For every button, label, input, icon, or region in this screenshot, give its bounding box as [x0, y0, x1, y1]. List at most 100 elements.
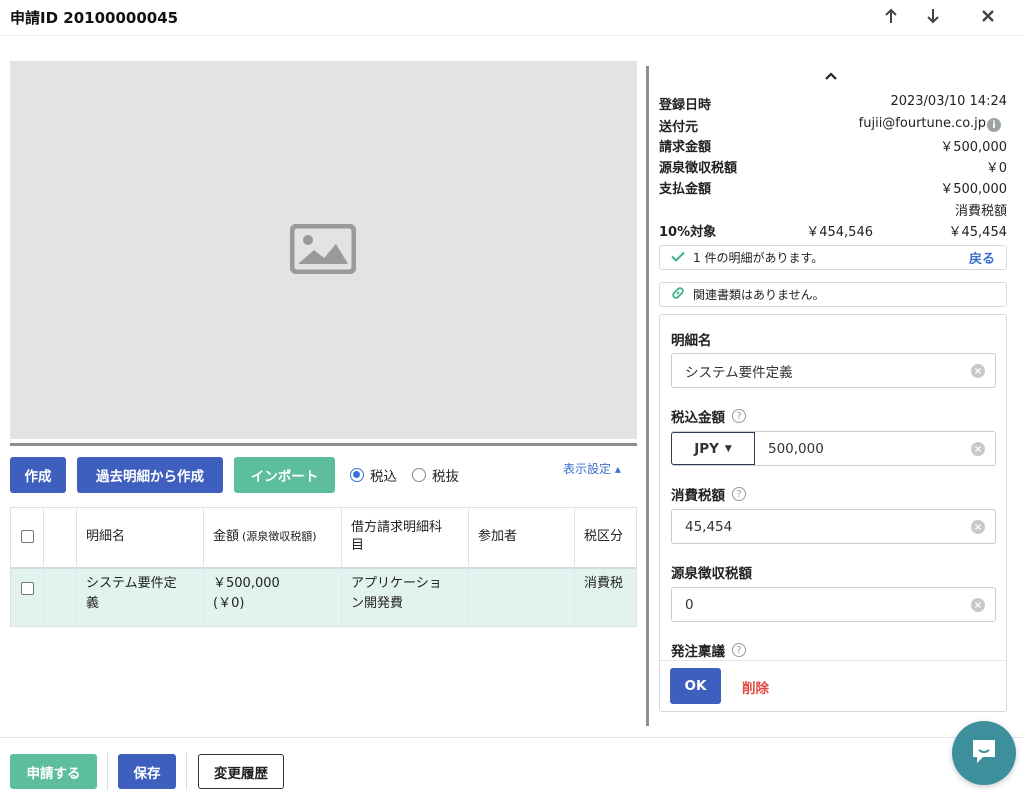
- image-placeholder-icon: [289, 223, 357, 278]
- radio-selected-icon[interactable]: [350, 468, 364, 482]
- detail-name-input[interactable]: システム要件定義 ×: [671, 353, 996, 388]
- ten-percent-label: 10%対象: [659, 225, 717, 240]
- invoice-amount-label: 請求金額: [659, 140, 712, 155]
- consumption-tax-input[interactable]: 45,454 ×: [671, 509, 996, 544]
- create-from-past-button[interactable]: 過去明細から作成: [77, 457, 223, 493]
- header-tax-category[interactable]: 税区分: [574, 508, 636, 566]
- cell-withholding-value: (￥0): [213, 596, 245, 611]
- tax-included-label: 税込: [370, 469, 397, 485]
- sender-label: 送付元: [659, 120, 699, 135]
- delete-button[interactable]: 削除: [742, 677, 769, 697]
- import-button[interactable]: インポート: [234, 457, 335, 493]
- consumption-tax-value: 45,454: [685, 518, 733, 535]
- page-title: 申請ID 20100000045: [10, 9, 179, 27]
- check-icon: [671, 251, 685, 265]
- detail-name-label: 明細名: [671, 333, 712, 349]
- cell-detail-name-line1: システム要件定: [86, 576, 177, 591]
- help-icon[interactable]: ?: [732, 409, 746, 423]
- payment-label: 支払金額: [659, 182, 712, 197]
- row-checkbox[interactable]: [21, 582, 34, 595]
- clear-icon[interactable]: ×: [971, 520, 985, 534]
- currency-value: JPY: [694, 440, 719, 457]
- details-table: 明細名 金額 (源泉徴収税額) 借方請求明細科 目 参加者 税区分 システム要件…: [10, 507, 637, 627]
- vertical-splitter[interactable]: [646, 66, 649, 726]
- tax-included-amount-label: 税込金額 ?: [671, 406, 746, 426]
- cell-amount[interactable]: ￥500,000 (￥0): [203, 574, 280, 614]
- tax-excluded-label: 税抜: [432, 469, 459, 485]
- header-amount[interactable]: 金額 (源泉徴収税額): [203, 508, 341, 566]
- header-withholding-label: (源泉徴収税額): [242, 530, 317, 543]
- amount-input[interactable]: JPY ▼ 500,000 ×: [671, 431, 996, 466]
- amount-value: 500,000: [768, 440, 824, 457]
- invoice-amount-value: ￥500,000: [940, 140, 1007, 155]
- clear-icon[interactable]: ×: [971, 364, 985, 378]
- withholding-input[interactable]: 0 ×: [671, 587, 996, 622]
- order-proposal-text: 発注稟議: [671, 644, 725, 660]
- tax-included-amount-text: 税込金額: [671, 410, 725, 426]
- withholding-form-label: 源泉徴収税額: [671, 566, 752, 582]
- header-amount-label: 金額: [213, 529, 240, 544]
- header-participant[interactable]: 参加者: [468, 508, 574, 566]
- footer-divider: [107, 752, 108, 790]
- consumption-tax-header: 消費税額: [954, 204, 1007, 219]
- history-button[interactable]: 変更履歴: [198, 754, 284, 789]
- footer-bar: 申請する 保存 変更履歴: [0, 737, 1024, 796]
- payment-value: ￥500,000: [940, 182, 1007, 197]
- close-icon[interactable]: [975, 4, 1001, 28]
- footer-divider: [186, 752, 187, 790]
- header-debit-account-line2: 目: [351, 538, 365, 553]
- chat-launcher[interactable]: [952, 721, 1016, 785]
- consumption-tax-text: 消費税額: [671, 488, 725, 504]
- withholding-form-value: 0: [685, 596, 694, 613]
- help-icon[interactable]: ?: [732, 487, 746, 501]
- clear-icon[interactable]: ×: [971, 598, 985, 612]
- ten-percent-base: ￥454,546: [806, 225, 873, 240]
- detail-edit-form: 明細名 システム要件定義 × 税込金額 ? JPY ▼ 500,000 × 消費…: [659, 314, 1007, 712]
- currency-select[interactable]: JPY ▼: [671, 432, 755, 465]
- header-bar: 申請ID 20100000045: [0, 0, 1024, 36]
- sender-value: fujii@fourtune.co.jp: [858, 116, 986, 131]
- help-icon[interactable]: ?: [732, 643, 746, 657]
- header-debit-account[interactable]: 借方請求明細科 目: [341, 508, 468, 566]
- radio-unselected-icon[interactable]: [412, 468, 426, 482]
- horizontal-splitter[interactable]: [10, 443, 637, 446]
- consumption-tax-label: 消費税額 ?: [671, 484, 746, 504]
- header-debit-account-line1: 借方請求明細科: [351, 520, 443, 535]
- withholding-value: ￥0: [985, 161, 1007, 176]
- cell-tax-category[interactable]: 消費税: [574, 574, 623, 594]
- arrow-up-icon[interactable]: [878, 4, 904, 28]
- details-count-text: 1 件の明細があります。: [693, 251, 824, 265]
- tax-included-radio[interactable]: 税込: [350, 465, 397, 485]
- detail-name-value: システム要件定義: [685, 364, 793, 381]
- submit-button[interactable]: 申請する: [10, 754, 97, 789]
- ok-button[interactable]: OK: [670, 668, 721, 704]
- save-button[interactable]: 保存: [118, 754, 176, 789]
- details-count-notice: 1 件の明細があります。 戻る: [659, 245, 1007, 270]
- cell-detail-name-line2: 義: [86, 596, 100, 611]
- clear-icon[interactable]: ×: [971, 442, 985, 456]
- cell-debit-account[interactable]: アプリケーショ ン開発費: [341, 574, 442, 614]
- back-link[interactable]: 戻る: [969, 248, 995, 267]
- cell-debit-account-line1: アプリケーショ: [351, 576, 442, 591]
- registered-value: 2023/03/10 14:24: [890, 94, 1007, 109]
- link-icon: [671, 286, 685, 303]
- info-icon[interactable]: i: [987, 118, 1001, 132]
- related-docs-text: 関連書類はありません。: [693, 288, 825, 302]
- related-docs-notice: 関連書類はありません。: [659, 282, 1007, 307]
- withholding-label: 源泉徴収税額: [659, 161, 738, 176]
- ten-percent-tax: ￥45,454: [948, 225, 1008, 240]
- cell-amount-value: ￥500,000: [213, 576, 280, 591]
- header-detail-name[interactable]: 明細名: [76, 508, 203, 566]
- registered-label: 登録日時: [659, 98, 712, 113]
- form-actions: OK 削除: [660, 660, 1006, 711]
- create-button[interactable]: 作成: [10, 457, 66, 493]
- collapse-caret-icon[interactable]: [824, 66, 838, 85]
- display-settings-link[interactable]: 表示設定 ▴: [563, 460, 621, 477]
- cell-detail-name[interactable]: システム要件定 義: [76, 574, 177, 614]
- tax-excluded-radio[interactable]: 税抜: [412, 465, 459, 485]
- select-all-checkbox[interactable]: [21, 530, 34, 543]
- chat-bubble-icon: [969, 736, 999, 770]
- cell-debit-account-line2: ン開発費: [351, 596, 404, 611]
- arrow-down-icon[interactable]: [920, 4, 946, 28]
- caret-down-icon: ▼: [724, 443, 732, 454]
